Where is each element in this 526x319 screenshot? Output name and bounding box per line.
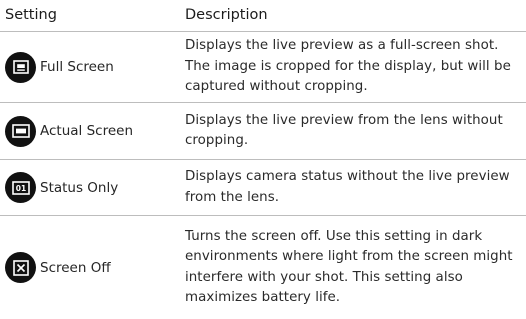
settings-table: Setting Description Full Screen Displays… xyxy=(0,0,526,319)
description-text: Turns the screen off. Use this setting i… xyxy=(185,228,513,306)
setting-column-header: Setting xyxy=(5,7,57,23)
setting-cell: Screen Off xyxy=(5,216,111,319)
description-cell: Turns the screen off. Use this setting i… xyxy=(185,216,521,319)
setting-label: Full Screen xyxy=(40,59,114,75)
description-text: Displays camera status without the live … xyxy=(185,169,510,205)
description-column-header: Description xyxy=(185,7,268,23)
actual-screen-icon xyxy=(5,115,36,147)
setting-cell: 01 Status Only xyxy=(5,160,118,215)
full-screen-icon xyxy=(5,51,36,83)
table-row-screen-off: Screen Off Turns the screen off. Use thi… xyxy=(0,216,526,319)
table-row-actual-screen: Actual Screen Displays the live preview … xyxy=(0,103,526,160)
table-row-full-screen: Full Screen Displays the live preview as… xyxy=(0,32,526,103)
description-cell: Displays the live preview from the lens … xyxy=(185,103,521,159)
setting-cell: Full Screen xyxy=(5,32,114,102)
status-only-icon: 01 xyxy=(5,172,36,203)
setting-label: Actual Screen xyxy=(40,123,133,139)
status-only-icon-text: 01 xyxy=(15,184,25,193)
setting-cell: Actual Screen xyxy=(5,103,133,159)
screen-off-icon xyxy=(5,252,36,283)
setting-label: Screen Off xyxy=(40,259,111,276)
description-text: Displays the live preview from the lens … xyxy=(185,112,503,149)
description-cell: Displays the live preview as a full-scre… xyxy=(185,32,521,102)
table-row-status-only: 01 Status Only Displays camera status wi… xyxy=(0,160,526,216)
description-cell: Displays camera status without the live … xyxy=(185,160,521,215)
setting-label: Status Only xyxy=(40,179,119,196)
table-header: Setting Description xyxy=(0,0,526,32)
description-text: Displays the live preview as a full-scre… xyxy=(185,38,511,95)
